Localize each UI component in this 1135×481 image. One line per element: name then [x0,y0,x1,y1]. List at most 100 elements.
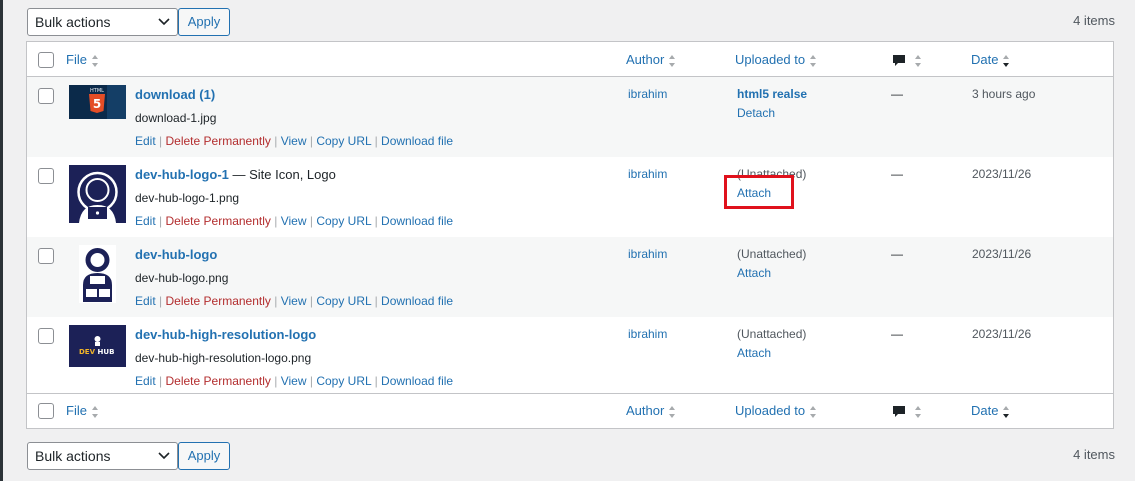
column-author[interactable]: Author [626,403,676,419]
table-row: HTML 5 download (1) download-1.jpg Edit … [27,77,1113,157]
view-link[interactable]: View [281,294,307,308]
edit-link[interactable]: Edit [135,134,156,148]
file-title-link[interactable]: dev-hub-logo-1 — Site Icon, Logo [135,167,336,182]
sort-icon [91,405,98,418]
separator: | [309,294,313,308]
separator: | [374,134,378,148]
download-file-link[interactable]: Download file [381,134,453,148]
view-link[interactable]: View [281,134,307,148]
column-uploaded-label: Uploaded to [735,403,806,418]
column-comments[interactable] [892,403,922,419]
author-link[interactable]: ibrahim [628,87,667,101]
author-link[interactable]: ibrahim [628,247,667,261]
sort-icon [810,54,817,67]
astronaut-logo-thumbnail [69,165,126,223]
attached-post-link[interactable]: html5 realse [737,87,807,101]
row-actions: Edit | Delete Permanently | View | Copy … [135,214,453,228]
media-list-table: File Author Uploaded to Date HTML 5 down… [26,41,1114,429]
column-file-label: File [66,52,87,67]
attach-link[interactable]: Attach [737,266,771,280]
column-date[interactable]: Date [971,403,1010,419]
separator: | [274,374,278,388]
attach-link[interactable]: Attach [737,346,771,360]
file-title-link[interactable]: dev-hub-high-resolution-logo [135,327,316,342]
column-uploaded-to[interactable]: Uploaded to [735,403,817,419]
column-author[interactable]: Author [626,52,676,68]
column-comments[interactable] [892,52,922,68]
detach-link[interactable]: Detach [737,106,775,120]
separator: | [309,374,313,388]
separator: | [159,374,163,388]
download-file-link[interactable]: Download file [381,374,453,388]
separator: | [274,134,278,148]
download-file-link[interactable]: Download file [381,214,453,228]
row-checkbox[interactable] [38,248,54,264]
file-title: download (1) [135,87,216,102]
file-title-link[interactable]: download (1) [135,87,215,102]
download-file-link[interactable]: Download file [381,294,453,308]
author-link[interactable]: ibrahim [628,167,667,181]
view-link[interactable]: View [281,374,307,388]
table-row: DEV HUB dev-hub-high-resolution-logo dev… [27,317,1113,397]
row-checkbox[interactable] [38,88,54,104]
delete-permanently-link[interactable]: Delete Permanently [166,374,271,388]
author-link[interactable]: ibrahim [628,327,667,341]
copy-url-link[interactable]: Copy URL [316,294,371,308]
select-all-checkbox[interactable] [38,403,54,419]
column-date-label: Date [971,52,999,67]
edit-link[interactable]: Edit [135,374,156,388]
row-checkbox[interactable] [38,168,54,184]
apply-button[interactable]: Apply [178,8,230,36]
file-title: dev-hub-logo [135,247,218,262]
html5-thumbnail: HTML 5 [69,85,126,119]
bulk-actions-label: Bulk actions [35,448,111,464]
bulk-actions-select[interactable]: Bulk actions [27,442,178,470]
delete-permanently-link[interactable]: Delete Permanently [166,214,271,228]
table-row: dev-hub-logo dev-hub-logo.png Edit | Del… [27,237,1113,317]
sort-desc-icon [1003,405,1010,418]
comment-icon [893,54,905,66]
separator: | [159,214,163,228]
comments-count: — [891,327,903,341]
comments-count: — [891,87,903,101]
separator: | [309,134,313,148]
sort-icon [915,405,921,418]
upload-date: 2023/11/26 [972,167,1032,181]
column-file[interactable]: File [66,52,99,68]
items-count: 4 items [1073,447,1115,462]
upload-date: 3 hours ago [972,87,1036,101]
file-title-link[interactable]: dev-hub-logo [135,247,217,262]
copy-url-link[interactable]: Copy URL [316,374,371,388]
sort-icon [810,405,817,418]
row-checkbox[interactable] [38,328,54,344]
column-date[interactable]: Date [971,52,1010,68]
separator: | [374,374,378,388]
separator: | [374,294,378,308]
column-file[interactable]: File [66,403,99,419]
tablenav-bottom: Bulk actions Apply 4 items [27,441,1115,471]
bulk-actions-label: Bulk actions [35,14,111,30]
row-actions: Edit | Delete Permanently | View | Copy … [135,374,453,388]
items-count: 4 items [1073,13,1115,28]
delete-permanently-link[interactable]: Delete Permanently [166,134,271,148]
copy-url-link[interactable]: Copy URL [316,134,371,148]
file-name: download-1.jpg [135,111,217,125]
copy-url-link[interactable]: Copy URL [316,214,371,228]
edit-link[interactable]: Edit [135,294,156,308]
view-link[interactable]: View [281,214,307,228]
bulk-actions-select[interactable]: Bulk actions [27,8,178,36]
apply-button[interactable]: Apply [178,442,230,470]
edit-link[interactable]: Edit [135,214,156,228]
column-uploaded-to[interactable]: Uploaded to [735,52,817,68]
delete-permanently-link[interactable]: Delete Permanently [166,294,271,308]
comments-count: — [891,247,903,261]
sort-icon [669,54,676,67]
upload-date: 2023/11/26 [972,247,1032,261]
select-all-checkbox[interactable] [38,52,54,68]
sort-icon [915,54,921,67]
thumb-html-text: HTML [90,88,104,94]
separator: | [309,214,313,228]
separator: | [159,134,163,148]
file-state: — Site Icon, Logo [228,167,336,182]
separator: | [374,214,378,228]
